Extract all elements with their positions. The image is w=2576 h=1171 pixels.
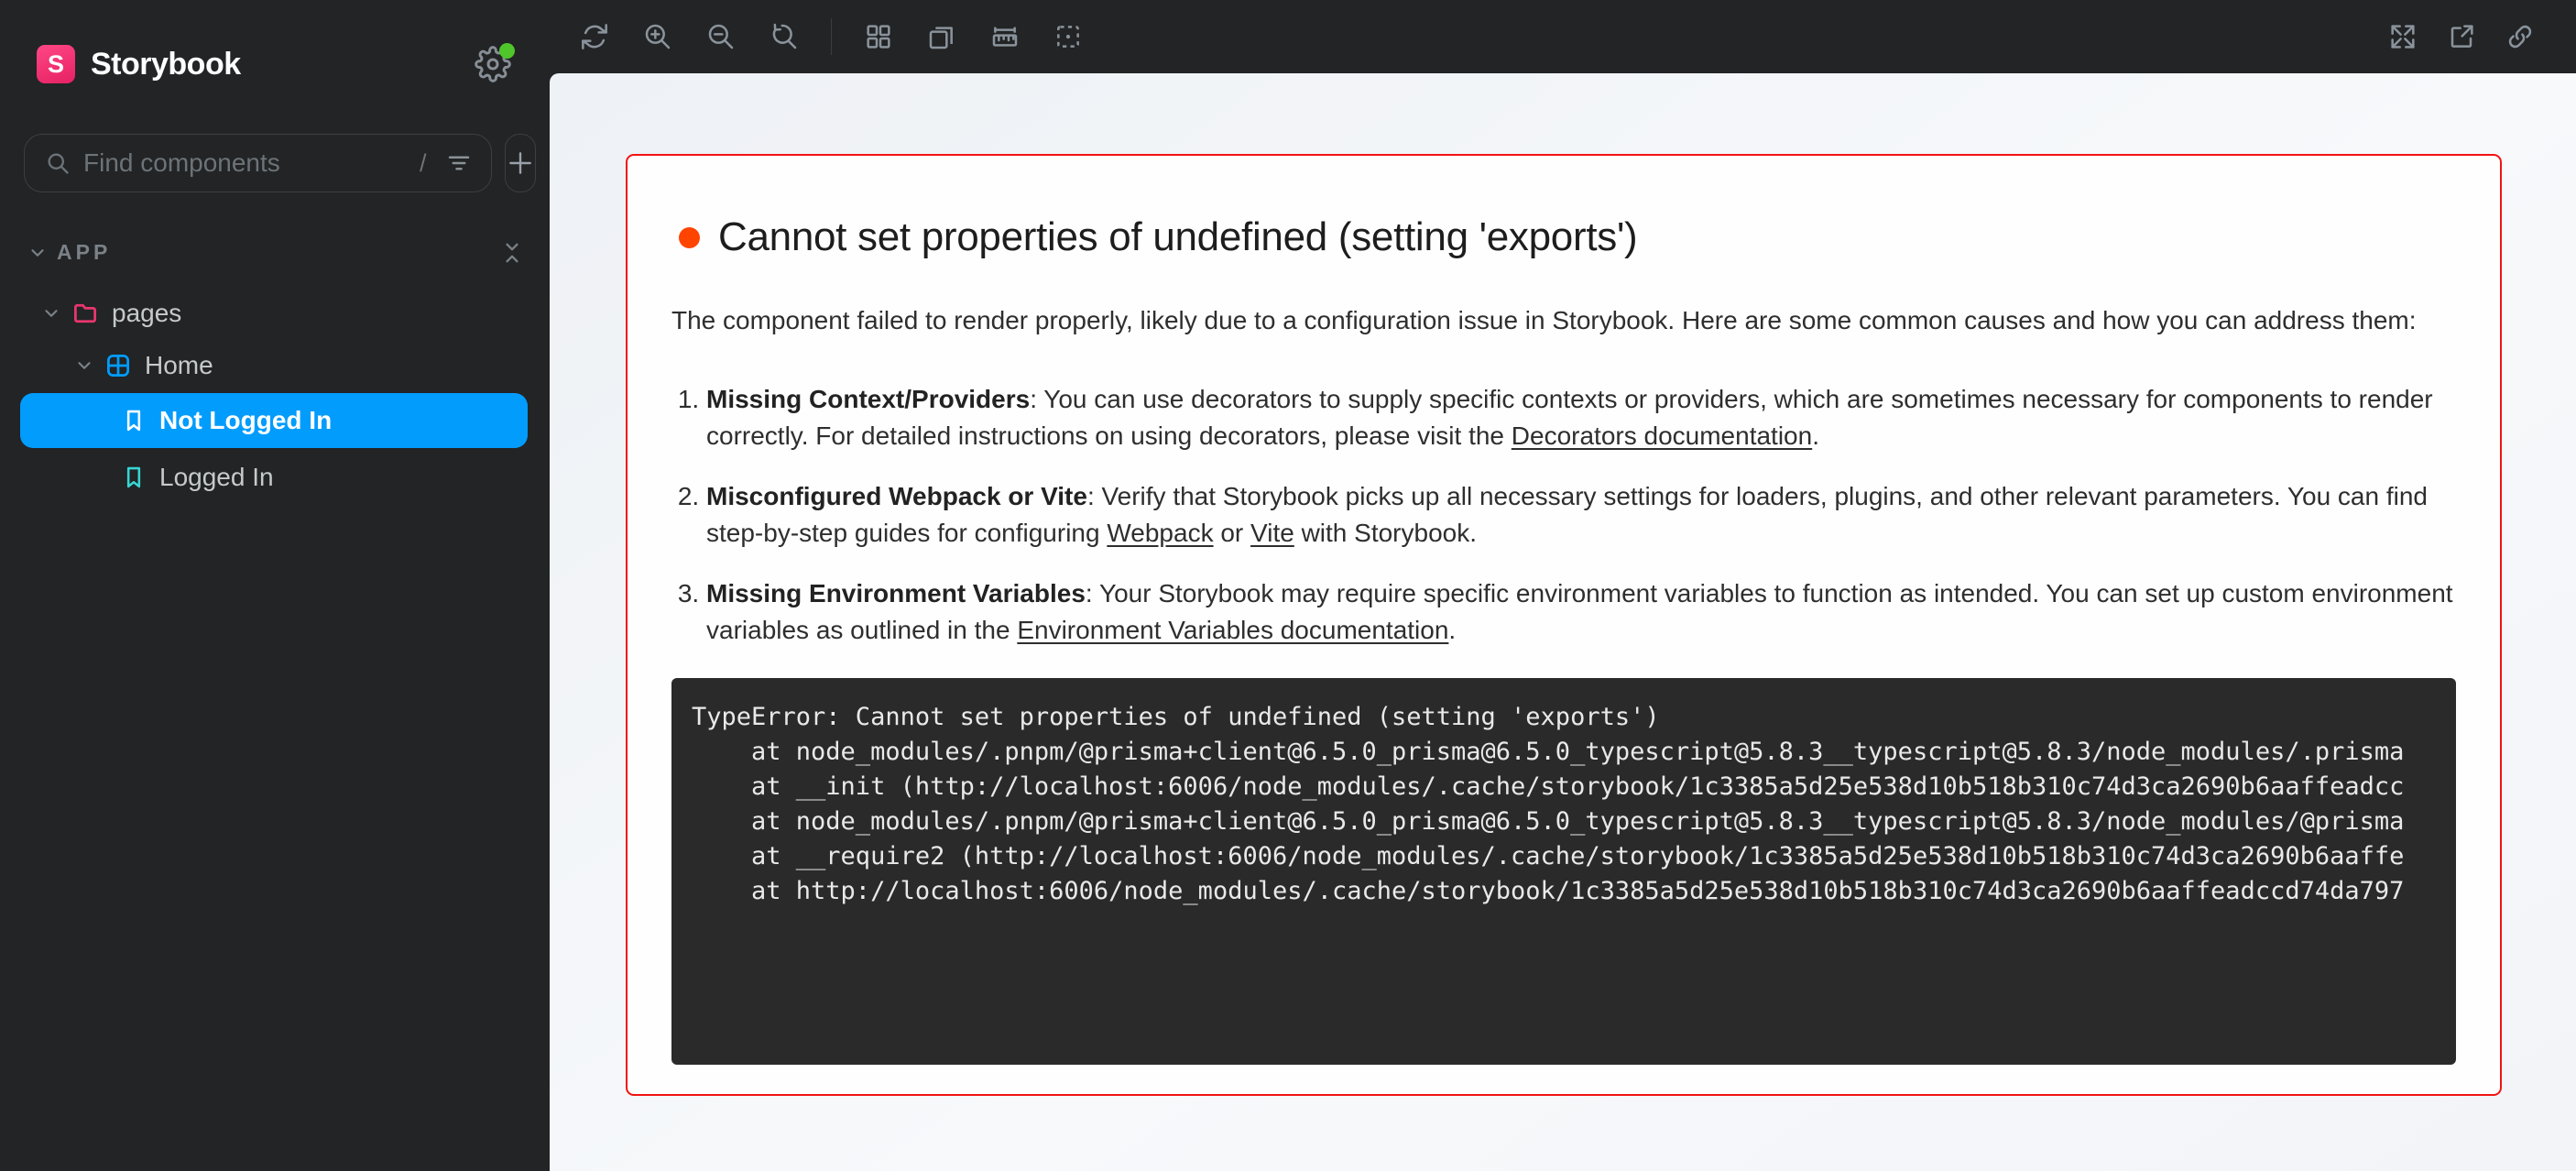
viewport-button[interactable] xyxy=(915,11,968,62)
stack-line: TypeError: Cannot set properties of unde… xyxy=(692,700,2436,735)
sidebar-section-app[interactable]: APP xyxy=(27,240,524,265)
search-icon xyxy=(45,150,71,176)
stack-line: at http://localhost:6006/node_modules/.c… xyxy=(692,874,2436,909)
copy-link-button[interactable] xyxy=(2494,11,2547,62)
decorators-documentation-link[interactable]: Decorators documentation xyxy=(1512,421,1812,450)
zoom-in-button[interactable] xyxy=(631,11,684,62)
component-icon xyxy=(104,352,132,379)
fullscreen-button[interactable] xyxy=(2376,11,2429,62)
viewport-icon xyxy=(927,22,956,51)
copy-link-icon xyxy=(2505,22,2535,51)
outline-icon xyxy=(1053,22,1083,51)
sidebar: S Storybook xyxy=(0,0,550,1171)
cause-item-env-variables: Missing Environment Variables: Your Stor… xyxy=(706,575,2456,649)
storybook-app: S Storybook xyxy=(0,0,2576,1171)
webpack-link[interactable]: Webpack xyxy=(1107,519,1213,547)
measure-button[interactable] xyxy=(978,11,1031,62)
canvas-toolbar xyxy=(550,0,2576,73)
brand-title: Storybook xyxy=(91,47,241,82)
toolbar-divider xyxy=(831,18,832,55)
stack-line: at __init (http://localhost:6006/node_mo… xyxy=(692,770,2436,804)
background-toggle-button[interactable] xyxy=(852,11,905,62)
sidebar-header: S Storybook xyxy=(0,0,550,86)
error-title: Cannot set properties of undefined (sett… xyxy=(718,214,1637,260)
slash-shortcut-hint: / xyxy=(420,149,427,178)
settings-menu-button[interactable] xyxy=(471,42,515,86)
sidebar-item-pages[interactable]: pages xyxy=(0,287,550,339)
stack-trace-block: TypeError: Cannot set properties of unde… xyxy=(671,678,2456,1065)
cause-list: Missing Context/Providers: You can use d… xyxy=(671,381,2456,649)
preview-canvas: Cannot set properties of undefined (sett… xyxy=(550,73,2576,1171)
sidebar-item-not-logged-in[interactable]: Not Logged In xyxy=(20,393,528,448)
stack-line: at __require2 (http://localhost:6006/nod… xyxy=(692,839,2436,874)
tree-item-label: Logged In xyxy=(159,463,274,492)
stack-line: at node_modules/.pnpm/@prisma+client@6.5… xyxy=(692,804,2436,839)
bookmark-icon xyxy=(121,408,147,433)
filter-icon[interactable] xyxy=(445,149,473,177)
plus-icon xyxy=(506,148,535,178)
tree-item-label: pages xyxy=(112,299,181,328)
zoom-out-icon xyxy=(706,22,736,51)
search-row: / xyxy=(24,134,528,192)
outline-button[interactable] xyxy=(1042,11,1095,62)
storybook-brand[interactable]: S Storybook xyxy=(37,45,241,83)
stack-line: at node_modules/.pnpm/@prisma+client@6.5… xyxy=(692,735,2436,770)
error-panel: Cannot set properties of undefined (sett… xyxy=(626,154,2502,1096)
sidebar-item-logged-in[interactable]: Logged In xyxy=(20,450,528,505)
error-heading: Cannot set properties of undefined (sett… xyxy=(679,214,2456,260)
main-area: Cannot set properties of undefined (sett… xyxy=(550,0,2576,1171)
remount-icon xyxy=(580,22,609,51)
cause-bold: Misconfigured Webpack or Vite xyxy=(706,482,1087,510)
chevron-down-icon[interactable] xyxy=(40,303,62,323)
open-new-tab-button[interactable] xyxy=(2435,11,2488,62)
notification-dot xyxy=(499,43,515,59)
error-status-dot-icon xyxy=(679,227,700,248)
remount-button[interactable] xyxy=(568,11,621,62)
zoom-out-button[interactable] xyxy=(694,11,748,62)
storybook-logo: S xyxy=(37,45,75,83)
open-new-tab-icon xyxy=(2447,22,2476,51)
create-story-button[interactable] xyxy=(505,134,536,192)
toolbar-right-group xyxy=(2376,11,2552,62)
cause-item-context-providers: Missing Context/Providers: You can use d… xyxy=(706,381,2456,454)
chevron-down-icon xyxy=(27,243,48,263)
cause-bold: Missing Environment Variables xyxy=(706,579,1086,607)
zoom-reset-button[interactable] xyxy=(758,11,811,62)
chevron-down-icon[interactable] xyxy=(73,356,95,376)
search-input[interactable] xyxy=(83,148,414,178)
cause-bold: Missing Context/Providers xyxy=(706,385,1030,413)
tree-item-label: Home xyxy=(145,351,213,380)
cause-item-webpack-vite: Misconfigured Webpack or Vite: Verify th… xyxy=(706,478,2456,552)
section-label: APP xyxy=(57,240,111,265)
measure-icon xyxy=(990,22,1020,51)
vite-link[interactable]: Vite xyxy=(1250,519,1294,547)
error-intro: The component failed to render properly,… xyxy=(671,302,2456,339)
collapse-all-icon[interactable] xyxy=(500,241,524,265)
environment-variables-documentation-link[interactable]: Environment Variables documentation xyxy=(1017,616,1448,644)
story-tree: pages Home xyxy=(0,287,550,505)
search-field[interactable]: / xyxy=(24,134,492,192)
fullscreen-icon xyxy=(2388,22,2418,51)
tree-item-label: Not Logged In xyxy=(159,406,332,435)
bookmark-icon xyxy=(121,465,147,490)
background-grid-icon xyxy=(864,22,893,51)
folder-icon xyxy=(71,300,99,327)
zoom-in-icon xyxy=(643,22,672,51)
zoom-reset-icon xyxy=(770,22,799,51)
sidebar-item-home[interactable]: Home xyxy=(0,339,550,391)
